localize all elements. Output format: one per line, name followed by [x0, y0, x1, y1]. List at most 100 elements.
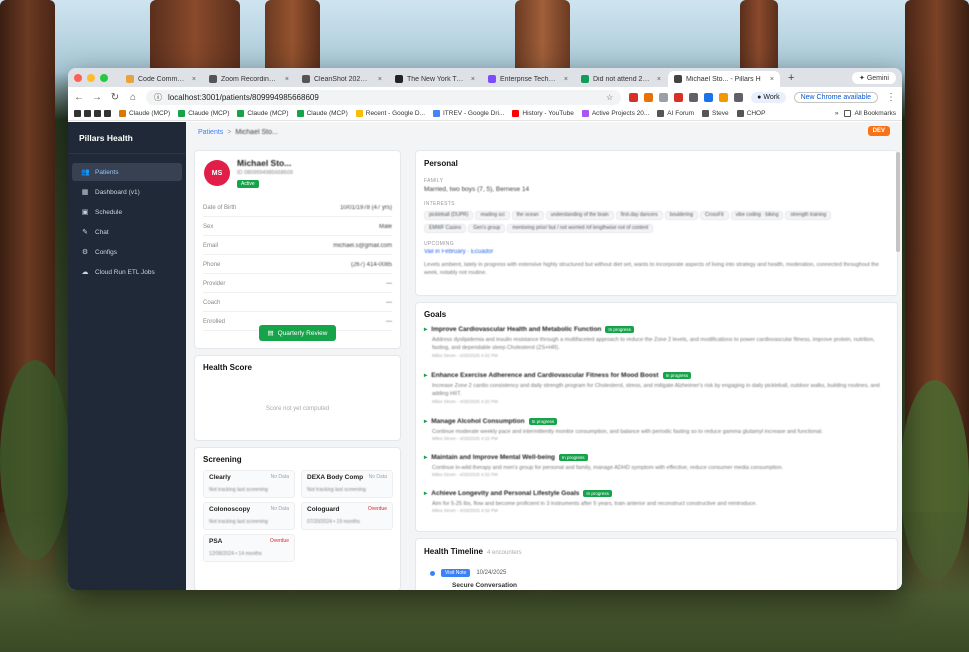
extension-icon[interactable] [659, 92, 669, 102]
extension-icon[interactable] [704, 92, 714, 102]
reload-icon[interactable]: ↻ [110, 92, 120, 103]
sidebar-item-patients[interactable]: 👥 Patients [72, 163, 182, 181]
new-tab-button[interactable]: + [782, 72, 800, 84]
goal-item[interactable]: ▸ Achieve Longevity and Personal Lifestyl… [424, 489, 889, 513]
quarterly-review-button[interactable]: ▤ Quarterly Review [259, 325, 336, 341]
bookmark-item[interactable]: Steve [702, 110, 729, 117]
bookmark-item[interactable]: Claude (MCP) [119, 110, 170, 117]
close-tab-icon[interactable]: × [192, 76, 196, 83]
gear-icon: ⚙ [81, 249, 89, 256]
extension-icon[interactable] [674, 92, 684, 102]
extensions-puzzle-icon[interactable] [734, 92, 744, 102]
browser-tab[interactable]: Code Command Center × [120, 71, 202, 87]
home-icon[interactable]: ⌂ [128, 92, 138, 103]
browser-tab[interactable]: Michael Sto... - Pillars H × [668, 71, 780, 87]
close-tab-icon[interactable]: × [657, 76, 661, 83]
all-bookmarks-link[interactable]: All Bookmarks [844, 110, 896, 117]
bookmark-item[interactable]: Claude (MCP) [237, 110, 289, 117]
bookmark-item[interactable]: ITREV - Google Dri... [433, 110, 504, 117]
extension-icon[interactable] [629, 92, 639, 102]
bookmark-item[interactable]: Active Projects 20... [581, 110, 650, 117]
bookmark-icon [178, 110, 186, 117]
field-value: 10/01/1978 (47 yrs) [339, 204, 392, 211]
bookmark-item[interactable]: CHOP [736, 110, 765, 117]
tab-title: The New York Times - [407, 75, 464, 83]
bookmark-label: Claude (MCP) [129, 110, 171, 117]
close-tab-icon[interactable]: × [564, 76, 568, 83]
browser-tab[interactable]: The New York Times - × [389, 71, 481, 87]
breadcrumb-patients-link[interactable]: Patients [198, 129, 223, 136]
goal-item[interactable]: ▸ Manage Alcohol Consumption In progress Co… [424, 417, 889, 441]
field-value: (267) 414-0085 [350, 261, 392, 268]
extension-icon[interactable] [689, 92, 699, 102]
screening-detail: Not tracking last screening [209, 519, 268, 525]
upcoming-link[interactable]: Vail in February · Ecuador [424, 249, 889, 255]
cloud-icon: ☁ [81, 269, 89, 276]
screening-item[interactable]: PSA Overdue 12/08/2024 • 14 months [203, 534, 295, 562]
bookmark-star-icon[interactable]: ☆ [606, 93, 613, 102]
screening-item[interactable]: Clearly No Data Not tracking last screenin… [203, 470, 295, 498]
browser-tab[interactable]: Did not attend 2024 E × [575, 71, 667, 87]
bookmark-item[interactable]: History - YouTube [512, 110, 574, 117]
screening-item[interactable]: Colonoscopy No Data Not tracking last scre… [203, 502, 295, 530]
close-tab-icon[interactable]: × [378, 76, 382, 83]
sidebar-item-dashboard-v1[interactable]: ▦ Dashboard (v1) [72, 183, 182, 201]
forward-icon[interactable]: → [92, 92, 102, 103]
sidebar-item-configs[interactable]: ⚙ Configs [72, 243, 182, 261]
sidebar-item-label: Schedule [95, 208, 123, 216]
interest-chip: bouldering [664, 211, 699, 220]
menu-kebab-icon[interactable]: ⋮ [886, 92, 896, 103]
bookmark-shortcut[interactable] [74, 110, 111, 117]
bookmark-item[interactable]: Claude (MCP) [296, 110, 348, 117]
screening-item[interactable]: DEXA Body Comp No Data Not tracking last s… [301, 470, 393, 498]
close-tab-icon[interactable]: × [471, 76, 475, 83]
browser-tab[interactable]: CleanShot 2026-02-2 × [296, 71, 388, 87]
bookmark-label: Claude (MCP) [306, 110, 348, 117]
extension-icon[interactable] [644, 92, 654, 102]
goals-card: Goals ▸ Improve Cardiovascular Health and… [415, 302, 898, 532]
sidebar-item-chat[interactable]: ✎ Chat [72, 223, 182, 241]
sidebar-item-cloud-run-etl-jobs[interactable]: ☁ Cloud Run ETL Jobs [72, 263, 182, 281]
goal-item[interactable]: ▸ Improve Cardiovascular Health and Metab… [424, 325, 889, 358]
close-window-button[interactable] [74, 73, 82, 82]
timeline-entry[interactable]: Visit Note 10/24/2025 [430, 569, 506, 577]
site-info-icon[interactable]: ⓘ [154, 92, 162, 103]
tab-favicon-icon [581, 75, 589, 83]
gemini-button[interactable]: ✦ Gemini [852, 71, 896, 84]
goal-title: Achieve Longevity and Personal Lifestyle… [431, 489, 580, 497]
screening-item[interactable]: Cologuard Overdue 07/20/2024 • 19 months [301, 502, 393, 530]
interest-chip: reading sci [475, 211, 510, 220]
address-bar[interactable]: ⓘ localhost:3001/patients/80999498566860… [146, 89, 622, 105]
back-icon[interactable]: ← [74, 92, 84, 103]
bookmark-label: Active Projects 20... [591, 110, 650, 117]
bookmark-label: ITREV - Google Dri... [443, 110, 505, 117]
close-tab-icon[interactable]: × [285, 76, 289, 83]
minimize-window-button[interactable] [87, 73, 95, 82]
bookmark-item[interactable]: Claude (MCP) [178, 110, 229, 117]
sidebar: Pillars Health 👥 Patients ▦ Dashboard (v1) ▣… [68, 122, 186, 590]
scrollbar[interactable] [896, 152, 900, 252]
timeline-badge: Visit Note [441, 569, 471, 577]
zoom-window-button[interactable] [100, 73, 108, 82]
sidebar-item-schedule[interactable]: ▣ Schedule [72, 203, 182, 221]
health-timeline-card: Health Timeline 4 encounters Visit Note … [415, 538, 898, 590]
timeline-count: 4 encounters [486, 550, 522, 556]
field-label: Date of Birth [203, 204, 237, 211]
browser-tab[interactable]: Zoom Recordings - Sc × [203, 71, 295, 87]
bookmark-item[interactable]: AI Forum [657, 110, 694, 117]
sidebar-item-label: Dashboard (v1) [95, 188, 140, 196]
profile-button[interactable]: ● Work [751, 91, 786, 103]
browser-tab[interactable]: Enterprise Tech Lead × [482, 71, 574, 87]
goal-item[interactable]: ▸ Enhance Exercise Adherence and Cardiova… [424, 371, 889, 404]
update-chrome-button[interactable]: New Chrome available [793, 91, 878, 103]
tab-favicon-icon [674, 75, 682, 83]
screening-detail: Not tracking last screening [307, 487, 366, 493]
goal-item[interactable]: ▸ Maintain and Improve Mental Well-being I… [424, 453, 889, 477]
extension-icon[interactable] [719, 92, 729, 102]
close-tab-icon[interactable]: × [770, 76, 774, 83]
more-bookmarks-icon[interactable]: » [835, 110, 839, 117]
sidebar-nav: 👥 Patients ▦ Dashboard (v1) ▣ Schedule ✎ Chat ⚙ C… [68, 154, 186, 290]
bookmark-icon [237, 110, 245, 117]
bookmark-item[interactable]: Recent - Google D... [355, 110, 425, 117]
sidebar-item-label: Configs [95, 248, 118, 256]
